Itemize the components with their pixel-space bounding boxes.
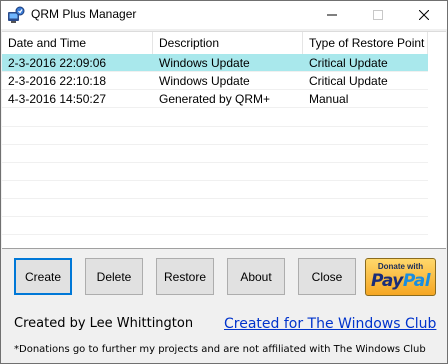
list-header: Date and Time Description Type of Restor… [2,32,446,54]
delete-button[interactable]: Delete [85,258,143,295]
about-button[interactable]: About [227,258,285,295]
list-rows: 2-3-2016 22:09:06 Windows Update Critica… [2,54,446,108]
windows-club-link[interactable]: Created for The Windows Club [224,316,436,332]
maximize-button[interactable] [355,1,401,29]
column-header-type[interactable]: Type of Restore Point [303,32,428,54]
cell-date: 4-3-2016 14:50:27 [8,92,107,106]
restore-button[interactable]: Restore [156,258,214,295]
minimize-icon [327,14,337,16]
cell-date: 2-3-2016 22:09:06 [8,56,107,70]
close-button[interactable]: Close [298,258,356,295]
cell-description: Windows Update [159,74,250,88]
grid-line [2,144,428,145]
cell-type: Critical Update [309,74,388,88]
title-bar[interactable]: QRM Plus Manager [1,1,447,29]
restore-points-list[interactable]: Date and Time Description Type of Restor… [2,31,446,249]
close-icon [419,10,429,20]
paypal-logo: PayPal [370,271,431,291]
maximize-icon [373,10,383,20]
window-title: QRM Plus Manager [31,7,137,21]
grid-line [2,162,428,163]
grid-line [2,126,428,127]
grid-line [2,198,428,199]
column-header-description[interactable]: Description [153,32,303,54]
minimize-button[interactable] [309,1,355,29]
create-button[interactable]: Create [14,258,72,295]
donate-caption: Donate with [377,262,424,271]
author-credit: Created by Lee Whittington [14,316,194,331]
cell-type: Manual [309,92,349,106]
grid-line [2,234,428,235]
cell-description: Windows Update [159,56,250,70]
table-row[interactable]: 4-3-2016 14:50:27 Generated by QRM+ Manu… [2,90,428,108]
close-window-button[interactable] [401,1,447,29]
column-header-date[interactable]: Date and Time [2,32,153,54]
cell-date: 2-3-2016 22:10:18 [8,74,107,88]
grid-line [2,216,428,217]
grid-line [2,180,428,181]
donation-disclaimer: *Donations go to further my projects and… [14,344,426,355]
table-row[interactable]: 2-3-2016 22:09:06 Windows Update Critica… [2,54,428,72]
table-row[interactable]: 2-3-2016 22:10:18 Windows Update Critica… [2,72,428,90]
paypal-donate-button[interactable]: Donate with PayPal [365,258,436,296]
cell-type: Critical Update [309,56,388,70]
cell-description: Generated by QRM+ [159,92,271,106]
app-icon [8,6,25,23]
app-window: QRM Plus Manager Date and Time Descripti… [0,0,448,364]
